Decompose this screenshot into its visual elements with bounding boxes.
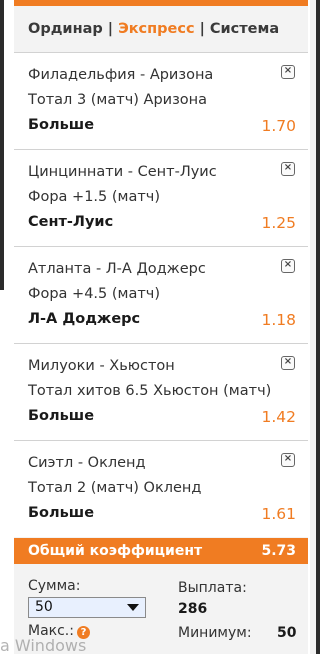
windows-watermark: а Windows	[0, 636, 87, 654]
bet-pick: Больше	[28, 505, 95, 521]
bet-item: Атланта - Л-А Доджерс Фора +4.5 (матч) Л…	[14, 246, 308, 343]
bet-item: Цинциннати - Сент-Луис Фора +1.5 (матч) …	[14, 149, 308, 246]
right-edge	[308, 0, 320, 654]
tab-separator: |	[107, 21, 114, 37]
payout-value: 286	[178, 601, 208, 617]
stake-select[interactable]: 50	[28, 597, 146, 618]
bet-market: Тотал 3 (матч) Аризона	[28, 92, 208, 108]
remove-bet-icon[interactable]: ×	[281, 259, 295, 273]
bet-slip: Ординар | Экспресс | Система Филадельфия…	[14, 0, 308, 654]
bet-odds: 1.18	[261, 311, 296, 329]
remove-bet-icon[interactable]: ×	[281, 162, 295, 176]
bet-item: Милуоки - Хьюстон Тотал хитов 6.5 Хьюсто…	[14, 343, 308, 440]
bet-type-tabs: Ординар | Экспресс | Система	[14, 6, 308, 52]
stake-label: Сумма:	[28, 578, 81, 594]
bet-item: Сиэтл - Окленд Тотал 2 (матч) Окленд Бол…	[14, 440, 308, 537]
tab-single[interactable]: Ординар	[28, 21, 103, 37]
bet-match: Атланта - Л-А Доджерс	[28, 261, 206, 277]
bet-odds: 1.25	[261, 214, 296, 232]
bet-pick: Больше	[28, 117, 95, 133]
bet-market: Фора +4.5 (матч)	[28, 286, 161, 302]
bet-match: Милуоки - Хьюстон	[28, 358, 175, 374]
chevron-down-icon[interactable]	[127, 604, 139, 611]
tab-express[interactable]: Экспресс	[118, 21, 195, 37]
stake-value: 50	[35, 599, 53, 615]
min-value: 50	[277, 625, 297, 641]
remove-bet-icon[interactable]: ×	[281, 356, 295, 370]
bet-pick: Л-А Доджерс	[28, 311, 141, 327]
bet-item: Филадельфия - Аризона Тотал 3 (матч) Ари…	[14, 52, 308, 149]
bet-market: Фора +1.5 (матч)	[28, 189, 161, 205]
bet-pick: Больше	[28, 408, 95, 424]
remove-bet-icon[interactable]: ×	[281, 453, 295, 467]
payout-label: Выплата:	[178, 580, 247, 596]
bet-odds: 1.61	[261, 505, 296, 523]
left-edge	[0, 0, 14, 654]
min-label: Минимум:	[178, 625, 252, 641]
bet-match: Цинциннати - Сент-Луис	[28, 164, 217, 180]
total-odds-value: 5.73	[261, 543, 296, 559]
bet-odds: 1.70	[261, 117, 296, 135]
tab-system[interactable]: Система	[210, 21, 279, 37]
bet-pick: Сент-Луис	[28, 214, 114, 230]
total-odds-label: Общий коэффициент	[28, 543, 203, 559]
remove-bet-icon[interactable]: ×	[281, 65, 295, 79]
bet-match: Сиэтл - Окленд	[28, 455, 146, 471]
total-odds-bar: Общий коэффициент 5.73	[14, 538, 308, 564]
tab-separator: |	[199, 21, 205, 37]
bet-list: Филадельфия - Аризона Тотал 3 (матч) Ари…	[14, 52, 308, 537]
bet-odds: 1.42	[261, 408, 296, 426]
bet-match: Филадельфия - Аризона	[28, 67, 214, 83]
bet-market: Тотал хитов 6.5 Хьюстон (матч)	[28, 383, 272, 399]
bet-market: Тотал 2 (матч) Окленд	[28, 480, 202, 496]
